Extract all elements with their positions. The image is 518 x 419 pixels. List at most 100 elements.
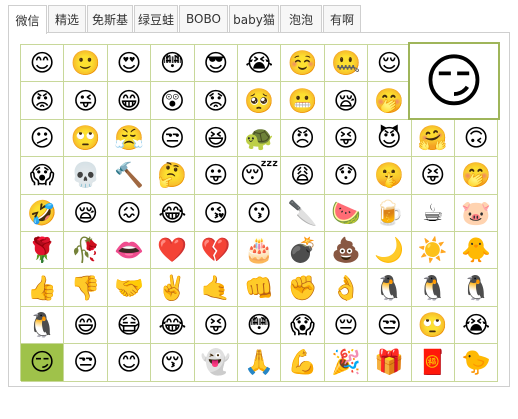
emoji-cell[interactable]: ☕: [411, 194, 455, 232]
emoji-cell[interactable]: 😬: [281, 82, 325, 120]
emoji-cell[interactable]: 😪: [64, 194, 108, 232]
emoji-cell[interactable]: 😎: [194, 45, 238, 83]
emoji-cell[interactable]: 🔨: [107, 157, 152, 195]
tab-8[interactable]: 有啊: [323, 5, 361, 32]
emoji-cell[interactable]: 🤐: [324, 45, 369, 83]
emoji-cell[interactable]: 😂: [151, 306, 195, 345]
emoji-cell[interactable]: 💩: [324, 231, 369, 270]
emoji-cell[interactable]: 🔪: [281, 194, 325, 232]
emoji-cell[interactable]: 👄: [107, 231, 152, 270]
emoji-cell[interactable]: 😭: [454, 306, 499, 345]
emoji-cell[interactable]: ☀️: [411, 231, 455, 270]
emoji-cell[interactable]: 😴: [237, 157, 282, 195]
emoji-cell[interactable]: 🤗: [411, 119, 455, 158]
emoji-cell[interactable]: 🤭: [454, 157, 499, 195]
emoji-cell[interactable]: 😚: [151, 344, 195, 382]
emoji-cell[interactable]: 😌: [368, 45, 412, 83]
tab-3[interactable]: 免斯基: [87, 5, 133, 32]
emoji-cell[interactable]: 😊: [21, 45, 65, 83]
tab-5[interactable]: BOBO: [179, 5, 228, 32]
emoji-cell[interactable]: ❤️: [151, 231, 195, 270]
emoji-cell[interactable]: 🙃: [454, 119, 499, 158]
emoji-cell[interactable]: 🤫: [368, 157, 412, 195]
emoji-cell[interactable]: 💔: [194, 231, 238, 270]
emoji-cell[interactable]: 🐧: [454, 269, 499, 307]
emoji-cell[interactable]: 🙄: [64, 119, 108, 158]
tab-1[interactable]: 微信: [8, 5, 47, 34]
emoji-cell[interactable]: 💪: [281, 344, 325, 382]
emoji-cell[interactable]: 😷: [107, 306, 152, 345]
tab-2[interactable]: 精选: [48, 5, 86, 32]
emoji-cell[interactable]: 😯: [324, 157, 369, 195]
emoji-cell[interactable]: 😔: [324, 306, 369, 345]
emoji-cell[interactable]: 🤣: [21, 194, 65, 232]
emoji-cell[interactable]: 🐧: [368, 269, 412, 307]
emoji-cell[interactable]: 🤝: [107, 269, 152, 307]
emoji-cell[interactable]: 😘: [194, 194, 238, 232]
emoji-cell[interactable]: 😳: [237, 306, 282, 345]
emoji-cell[interactable]: 😁: [107, 82, 152, 120]
emoji-cell[interactable]: 💀: [64, 157, 108, 195]
emoji-cell[interactable]: 👻: [194, 344, 238, 382]
emoji-cell[interactable]: 😝: [194, 306, 238, 345]
emoji-cell[interactable]: 😤: [107, 119, 152, 158]
emoji-cell[interactable]: 😒: [368, 306, 412, 345]
emoji-cell[interactable]: 🤭: [368, 82, 412, 120]
emoji-cell[interactable]: 🎂: [237, 231, 282, 270]
emoji-cell[interactable]: 🐤: [454, 344, 499, 382]
emoji-cell[interactable]: 😠: [281, 119, 325, 158]
emoji-cell[interactable]: 😊: [107, 344, 152, 382]
emoji-cell[interactable]: 😩: [281, 157, 325, 195]
emoji-cell[interactable]: 👎: [64, 269, 108, 307]
emoji-cell[interactable]: 🍺: [368, 194, 412, 232]
emoji-cell[interactable]: 😏: [21, 344, 65, 382]
emoji-cell[interactable]: 😱: [281, 306, 325, 345]
emoji-cell[interactable]: 😪: [324, 82, 369, 120]
emoji-cell[interactable]: 🧧: [411, 344, 455, 382]
emoji-cell[interactable]: 😒: [64, 344, 108, 382]
emoji-cell[interactable]: 🎁: [368, 344, 412, 382]
emoji-cell[interactable]: 👍: [21, 269, 65, 307]
emoji-cell[interactable]: 😆: [194, 119, 238, 158]
emoji-cell[interactable]: 😒: [151, 119, 195, 158]
emoji-cell[interactable]: 😂: [151, 194, 195, 232]
emoji-cell[interactable]: ✊: [281, 269, 325, 307]
emoji-cell[interactable]: 🙂: [64, 45, 108, 83]
emoji-cell[interactable]: 😱: [21, 157, 65, 195]
emoji-cell[interactable]: ✌️: [151, 269, 195, 307]
emoji-cell[interactable]: 🌹: [21, 231, 65, 270]
emoji-cell[interactable]: 😝: [411, 157, 455, 195]
emoji-cell[interactable]: 😍: [107, 45, 152, 83]
tab-6[interactable]: baby猫: [229, 5, 279, 32]
emoji-cell[interactable]: 🐷: [454, 194, 499, 232]
emoji-cell[interactable]: 🤔: [151, 157, 195, 195]
emoji-cell[interactable]: 😡: [21, 82, 65, 120]
emoji-cell[interactable]: 🐧: [21, 306, 65, 345]
emoji-cell[interactable]: 🍉: [324, 194, 369, 232]
emoji-cell[interactable]: 🎉: [324, 344, 369, 382]
emoji-cell[interactable]: 🙄: [411, 306, 455, 345]
emoji-cell[interactable]: 😜: [64, 82, 108, 120]
emoji-cell[interactable]: 🐧: [411, 269, 455, 307]
emoji-cell[interactable]: 😖: [107, 194, 152, 232]
emoji-cell[interactable]: 😛: [194, 157, 238, 195]
emoji-cell[interactable]: 😲: [151, 82, 195, 120]
emoji-cell[interactable]: 🌙: [368, 231, 412, 270]
emoji-cell[interactable]: 🐥: [454, 231, 499, 270]
emoji-cell[interactable]: 😈: [368, 119, 412, 158]
tab-7[interactable]: 泡泡: [280, 5, 322, 32]
emoji-cell[interactable]: ☺️: [281, 45, 325, 83]
emoji-cell[interactable]: 💣: [281, 231, 325, 270]
emoji-cell[interactable]: 🥀: [64, 231, 108, 270]
emoji-cell[interactable]: 👌: [324, 269, 369, 307]
emoji-cell[interactable]: 😝: [324, 119, 369, 158]
emoji-cell[interactable]: 😗: [237, 194, 282, 232]
emoji-cell[interactable]: 🙏: [237, 344, 282, 382]
emoji-cell[interactable]: 🥺: [237, 82, 282, 120]
tab-4[interactable]: 绿豆蛙: [134, 5, 178, 32]
emoji-cell[interactable]: 😟: [194, 82, 238, 120]
emoji-cell[interactable]: 😄: [64, 306, 108, 345]
emoji-cell[interactable]: 😕: [21, 119, 65, 158]
emoji-cell[interactable]: 🐢: [237, 119, 282, 158]
emoji-cell[interactable]: 😳: [151, 45, 195, 83]
